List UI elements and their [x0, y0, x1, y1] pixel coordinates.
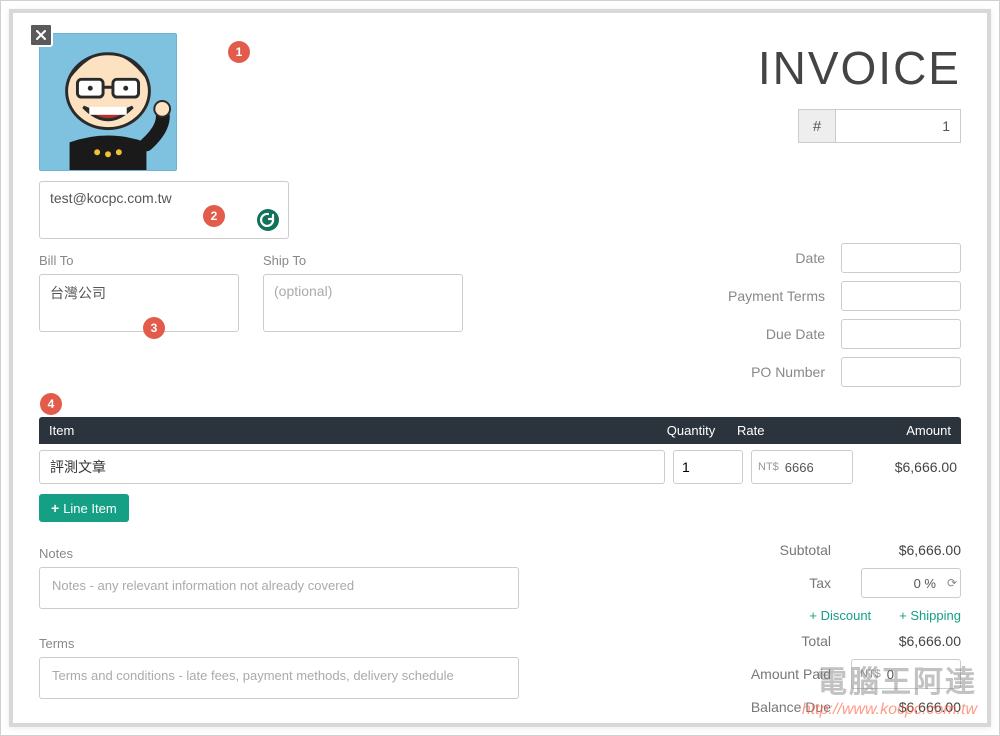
- annotation-badge-1: 1: [228, 41, 250, 63]
- date-input[interactable]: [841, 243, 961, 273]
- bill-to-label: Bill To: [39, 253, 239, 268]
- item-rate-value: 6666: [785, 460, 814, 475]
- col-quantity: Quantity: [651, 423, 731, 438]
- from-input[interactable]: test@kocpc.com.tw: [39, 181, 289, 239]
- total-label: Total: [721, 633, 831, 649]
- col-amount: Amount: [841, 423, 951, 438]
- subtotal-value: $6,666.00: [851, 542, 961, 558]
- notes-label: Notes: [39, 546, 519, 561]
- add-line-item-button[interactable]: + Line Item: [39, 494, 129, 522]
- amount-paid-label: Amount Paid: [721, 666, 831, 682]
- due-date-input[interactable]: [841, 319, 961, 349]
- item-name-input[interactable]: [39, 450, 665, 484]
- amount-paid-input[interactable]: NT$ 0: [851, 659, 961, 689]
- due-date-label: Due Date: [715, 326, 825, 342]
- payment-terms-label: Payment Terms: [715, 288, 825, 304]
- notes-input[interactable]: [39, 567, 519, 609]
- tax-label: Tax: [721, 575, 831, 591]
- add-shipping-link[interactable]: Shipping: [899, 608, 961, 623]
- ship-to-input[interactable]: [263, 274, 463, 332]
- annotation-badge-3: 3: [143, 317, 165, 339]
- col-rate: Rate: [731, 423, 841, 438]
- balance-due-label: Balance Due: [721, 699, 831, 715]
- page-title: INVOICE: [701, 41, 961, 95]
- items-header: Item Quantity Rate Amount: [39, 417, 961, 444]
- amount-paid-value: 0: [887, 667, 894, 682]
- ship-to-label: Ship To: [263, 253, 463, 268]
- payment-terms-input[interactable]: [841, 281, 961, 311]
- po-number-label: PO Number: [715, 364, 825, 380]
- invoice-number-input[interactable]: [836, 109, 961, 143]
- company-logo[interactable]: [39, 33, 177, 171]
- plus-icon: +: [51, 500, 59, 516]
- add-discount-link[interactable]: Discount: [809, 608, 871, 623]
- po-number-input[interactable]: [841, 357, 961, 387]
- subtotal-label: Subtotal: [721, 542, 831, 558]
- remove-logo-button[interactable]: [29, 23, 53, 47]
- grammarly-icon[interactable]: [256, 208, 280, 232]
- currency-prefix: NT$: [758, 461, 779, 473]
- balance-due-value: $6,666.00: [851, 699, 961, 715]
- currency-prefix: NT$: [860, 668, 881, 680]
- item-rate-input[interactable]: NT$ 6666: [751, 450, 853, 484]
- invoice-number-label: #: [798, 109, 836, 143]
- col-item: Item: [49, 423, 651, 438]
- terms-input[interactable]: [39, 657, 519, 699]
- item-row: NT$ 6666 $6,666.00: [39, 450, 961, 484]
- outer-frame: 1 2 3 4: [0, 0, 1000, 736]
- terms-label: Terms: [39, 636, 519, 651]
- annotation-badge-4: 4: [40, 393, 62, 415]
- date-label: Date: [715, 250, 825, 266]
- total-value: $6,666.00: [851, 633, 961, 649]
- item-qty-input[interactable]: [673, 450, 743, 484]
- refresh-icon[interactable]: ⟳: [947, 576, 957, 590]
- item-amount: $6,666.00: [861, 459, 961, 475]
- invoice-panel: 1 2 3 4: [9, 9, 991, 727]
- from-email-text: test@kocpc.com.tw: [50, 190, 172, 206]
- add-line-item-label: Line Item: [63, 501, 116, 516]
- bill-to-input[interactable]: 台灣公司: [39, 274, 239, 332]
